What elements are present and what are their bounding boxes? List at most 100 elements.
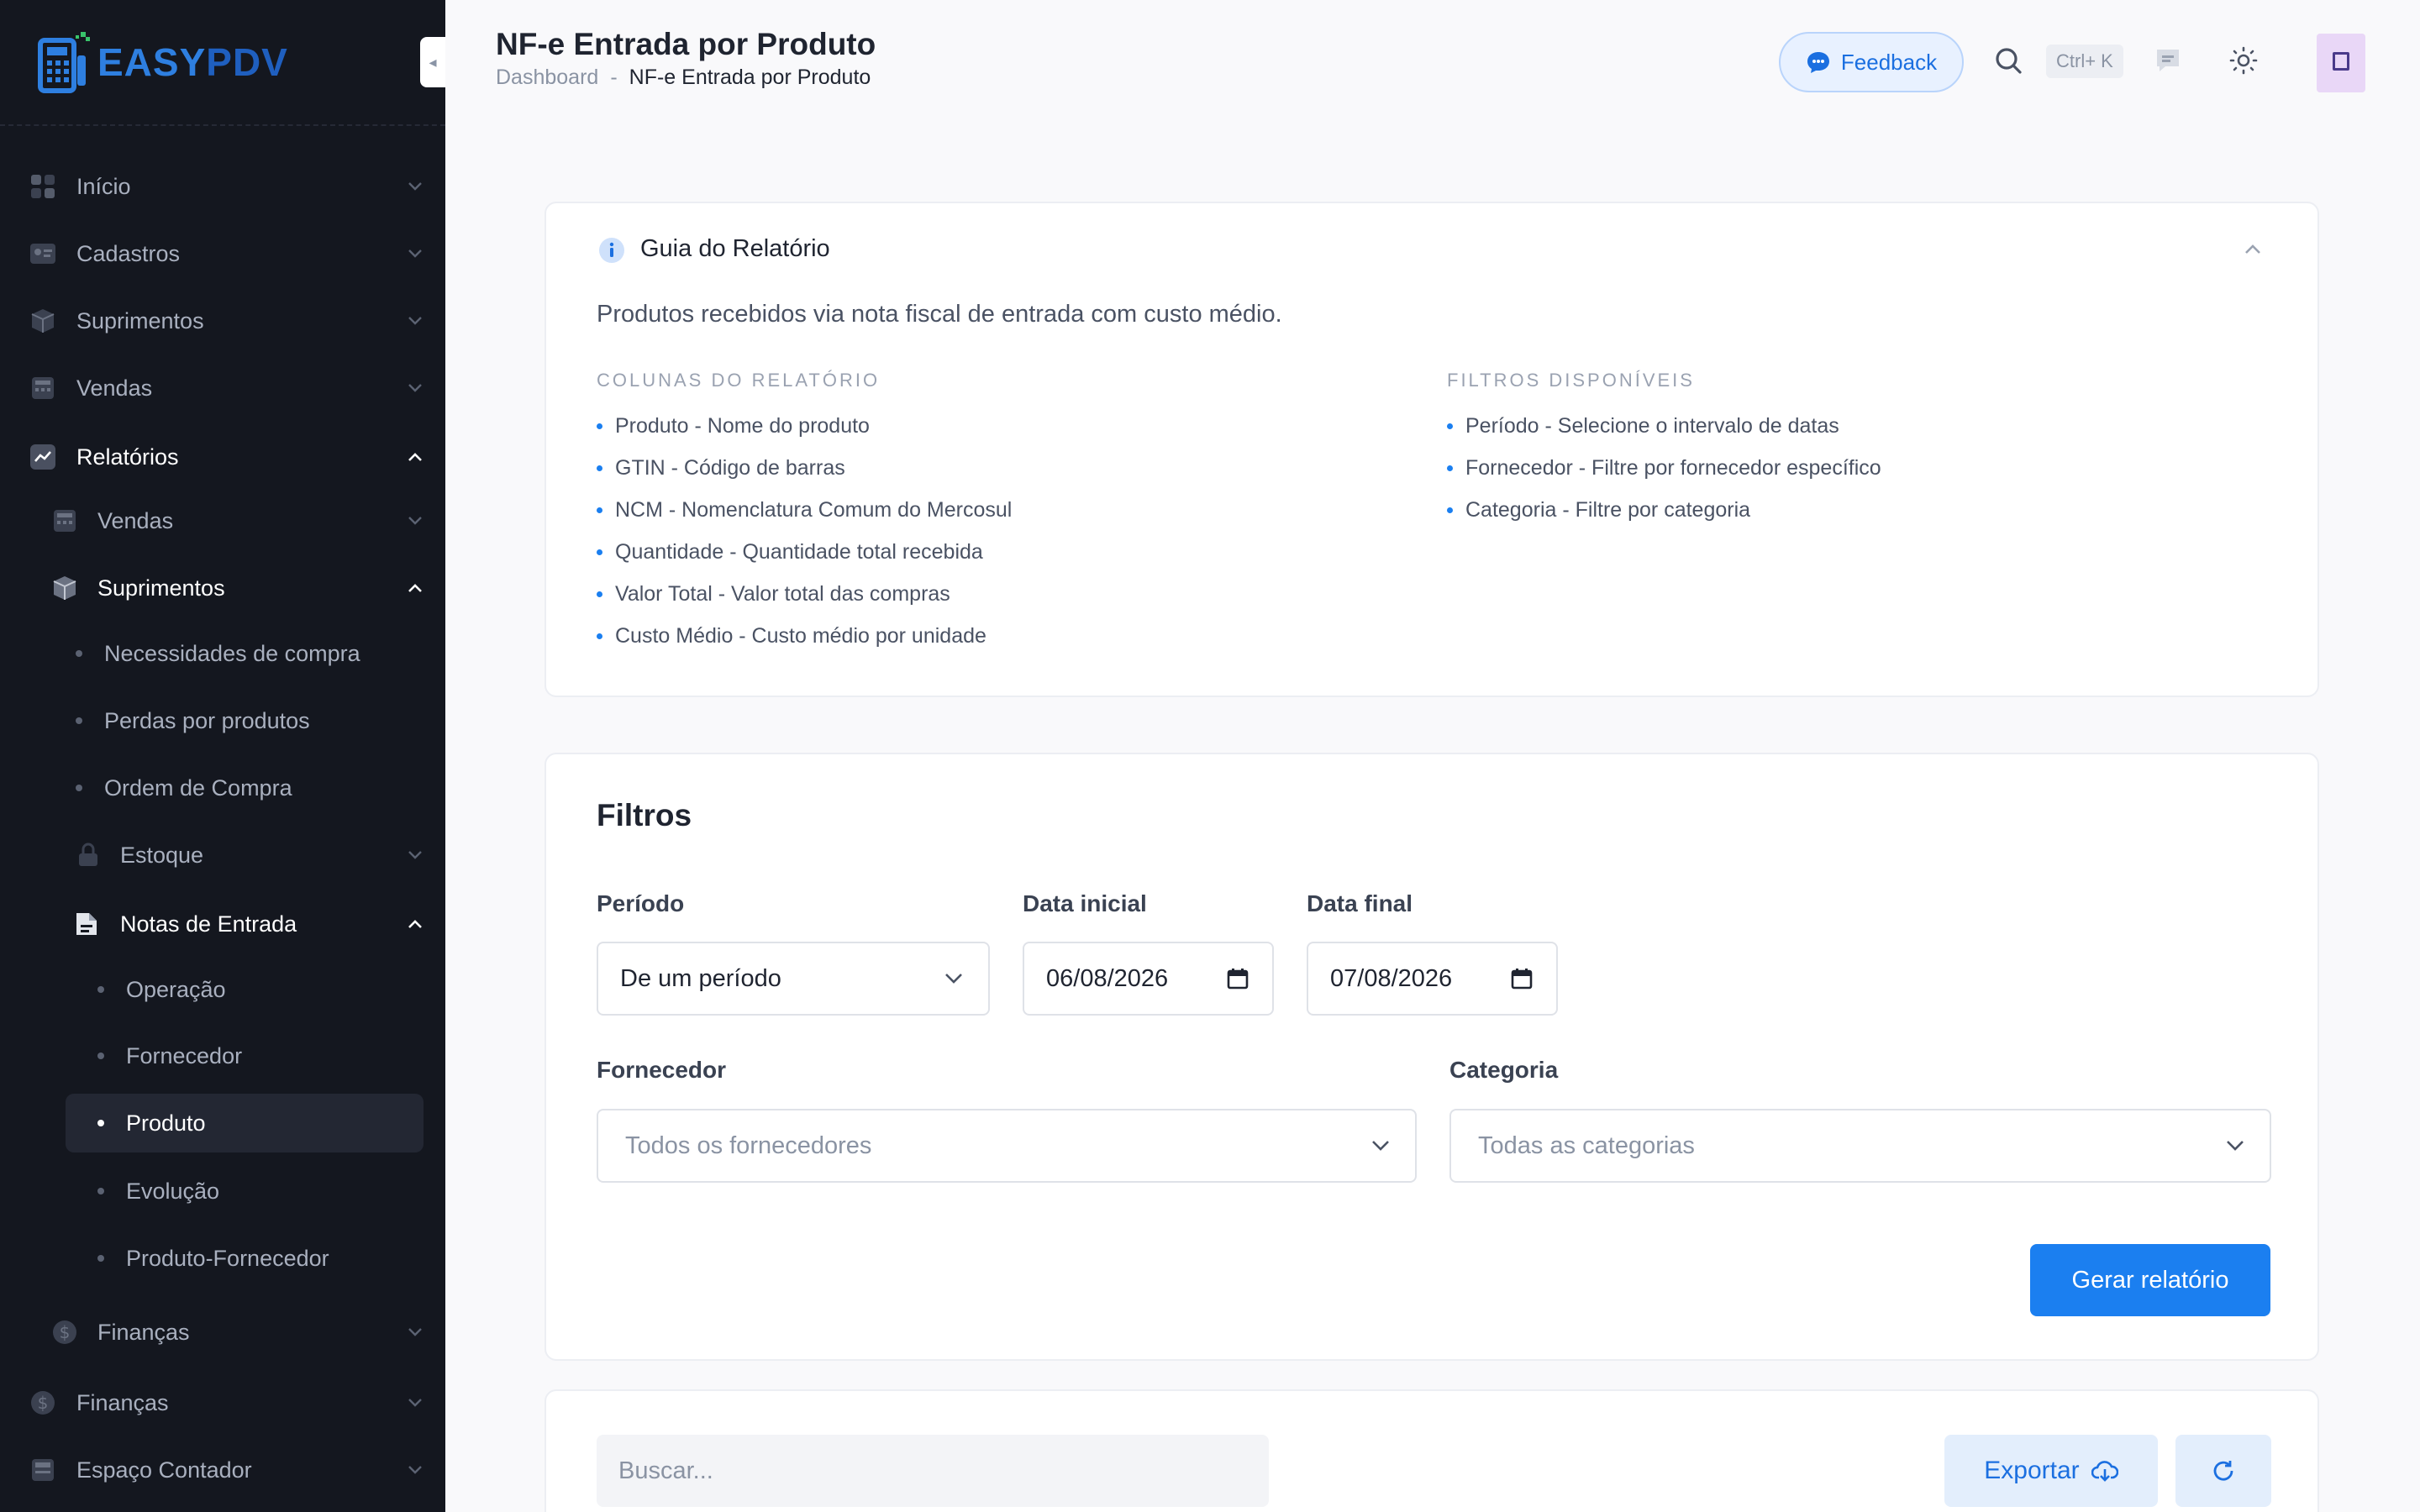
list-item: Período - Selecione o intervalo de datas [1447,405,1881,447]
sidebar-item-operacao[interactable]: Operação [0,959,445,1020]
feedback-label: Feedback [1840,49,1938,75]
sidebar-item-relatorios-vendas[interactable]: Vendas [0,491,445,551]
feedback-button[interactable]: Feedback [1779,32,1964,92]
sidebar-item-label: Vendas [97,507,174,533]
info-icon [599,238,624,263]
start-date-value: 06/08/2026 [1046,964,1169,992]
list-item: Quantidade - Quantidade total recebida [597,531,1012,573]
grid-icon [29,172,57,201]
bullet-dot [76,650,82,657]
list-item: Produto - Nome do produto [597,405,1012,447]
sidebar-item-label: Produto [126,1110,206,1136]
list-item: NCM - Nomenclatura Comum do Mercosul [597,489,1012,531]
list-item: Fornecedor - Filtre por fornecedor espec… [1447,447,1881,489]
id-card-icon [29,239,57,268]
search-input[interactable]: Buscar... [597,1435,1269,1507]
theme-toggle-button[interactable] [2222,39,2265,82]
sun-icon [2229,46,2258,75]
brand-logo[interactable]: EASYPDV [37,29,288,96]
bullet-dot [76,717,82,724]
end-date-label: Data final [1307,890,1413,916]
generate-report-button[interactable]: Gerar relatório [2030,1244,2270,1316]
sidebar-item-label: Ordem de Compra [104,774,292,801]
chevron-down-icon [403,376,427,400]
calendar-icon[interactable] [1225,966,1250,991]
end-date-input[interactable]: 07/08/2026 [1307,942,1558,1016]
start-date-input[interactable]: 06/08/2026 [1023,942,1274,1016]
sidebar-item-notas-entrada[interactable]: Notas de Entrada [0,894,445,954]
sidebar-item-relatorios-financas[interactable]: $ Finanças [0,1302,445,1362]
collapse-sidebar-button[interactable]: ◂ [420,37,445,87]
bullet-dot [97,1120,104,1126]
export-button[interactable]: Exportar [1944,1435,2158,1507]
sidebar-item-fornecedor[interactable]: Fornecedor [0,1026,445,1086]
category-select[interactable]: Todas as categorias [1449,1109,2271,1183]
chevron-down-icon [403,843,427,867]
breadcrumb-dashboard[interactable]: Dashboard [496,66,598,90]
guide-title[interactable]: Guia do Relatório [640,235,830,263]
sidebar-item-label: Necessidades de compra [104,640,360,666]
columns-list: Produto - Nome do produto GTIN - Código … [597,405,1012,657]
supplier-label: Fornecedor [597,1057,727,1083]
sidebar-item-evolucao[interactable]: Evolução [0,1161,445,1221]
sidebar-item-vendas[interactable]: Vendas [0,358,445,418]
sidebar-item-estoque[interactable]: Estoque [0,825,445,885]
bullet-dot [76,785,82,791]
list-item: Custo Médio - Custo médio por unidade [597,615,1012,657]
user-avatar[interactable] [2317,34,2365,92]
sidebar-item-perdas[interactable]: Perdas por produtos [0,690,445,751]
period-label: Período [597,890,685,916]
sidebar-item-financas[interactable]: $ Finanças [0,1373,445,1433]
bullet-dot [97,1255,104,1262]
sidebar-item-label: Suprimentos [76,307,204,333]
chevron-up-icon[interactable] [2240,237,2265,262]
svg-text:$: $ [60,1322,71,1342]
sidebar-item-cadastros[interactable]: Cadastros [0,223,445,284]
chevron-down-icon [403,1458,427,1482]
cloud-download-icon [2091,1461,2118,1482]
supplier-select[interactable]: Todos os fornecedores [597,1109,1417,1183]
avatar-logo-icon [2333,52,2349,71]
register-icon [50,507,79,535]
sidebar-item-label: Início [76,173,131,199]
search-placeholder: Buscar... [618,1457,713,1484]
dollar-icon: $ [29,1389,57,1417]
chevron-down-icon [1368,1133,1393,1158]
chevron-up-icon [403,576,427,600]
sidebar-item-espaco-contador[interactable]: Espaço Contador [0,1440,445,1500]
svg-text:$: $ [38,1393,49,1413]
calendar-icon[interactable] [1509,966,1534,991]
sidebar-item-relatorios-suprimentos[interactable]: Suprimentos [0,558,445,618]
calculator-icon [29,1456,57,1484]
filters-list: Período - Selecione o intervalo de datas… [1447,405,1881,531]
sidebar-item-ordem-compra[interactable]: Ordem de Compra [0,758,445,818]
category-label: Categoria [1449,1057,1559,1083]
chevron-down-icon [403,1320,427,1344]
sidebar-item-produto-fornecedor[interactable]: Produto-Fornecedor [0,1228,445,1289]
sidebar-item-relatorios[interactable]: Relatórios [0,427,445,487]
search-button[interactable] [1986,39,2030,82]
bullet-dot [97,1053,104,1059]
chevron-down-icon [403,242,427,265]
document-icon [72,910,101,938]
sidebar-item-label: Cadastros [76,240,181,266]
sidebar-item-inicio[interactable]: Início [0,156,445,217]
chevron-left-icon: ◂ [429,53,437,71]
sidebar: EASYPDV ◂ Início Cadastros Suprimentos V… [0,0,445,1512]
lock-icon [74,841,103,869]
sidebar-item-label: Operação [126,976,226,1002]
supplier-placeholder: Todos os fornecedores [625,1131,872,1159]
search-icon [1996,48,2022,74]
refresh-button[interactable] [2175,1435,2271,1507]
chevron-up-icon [403,912,427,936]
bullet-dot [97,986,104,993]
sidebar-divider [0,124,445,126]
chevron-up-icon [403,445,427,469]
category-placeholder: Todas as categorias [1478,1131,1695,1159]
chevron-down-icon [403,175,427,198]
sidebar-item-suprimentos[interactable]: Suprimentos [0,291,445,351]
sidebar-item-produto[interactable]: Produto [66,1094,424,1152]
sidebar-item-necessidades[interactable]: Necessidades de compra [0,623,445,684]
messages-button[interactable] [2146,39,2190,82]
period-select[interactable]: De um período [597,942,990,1016]
